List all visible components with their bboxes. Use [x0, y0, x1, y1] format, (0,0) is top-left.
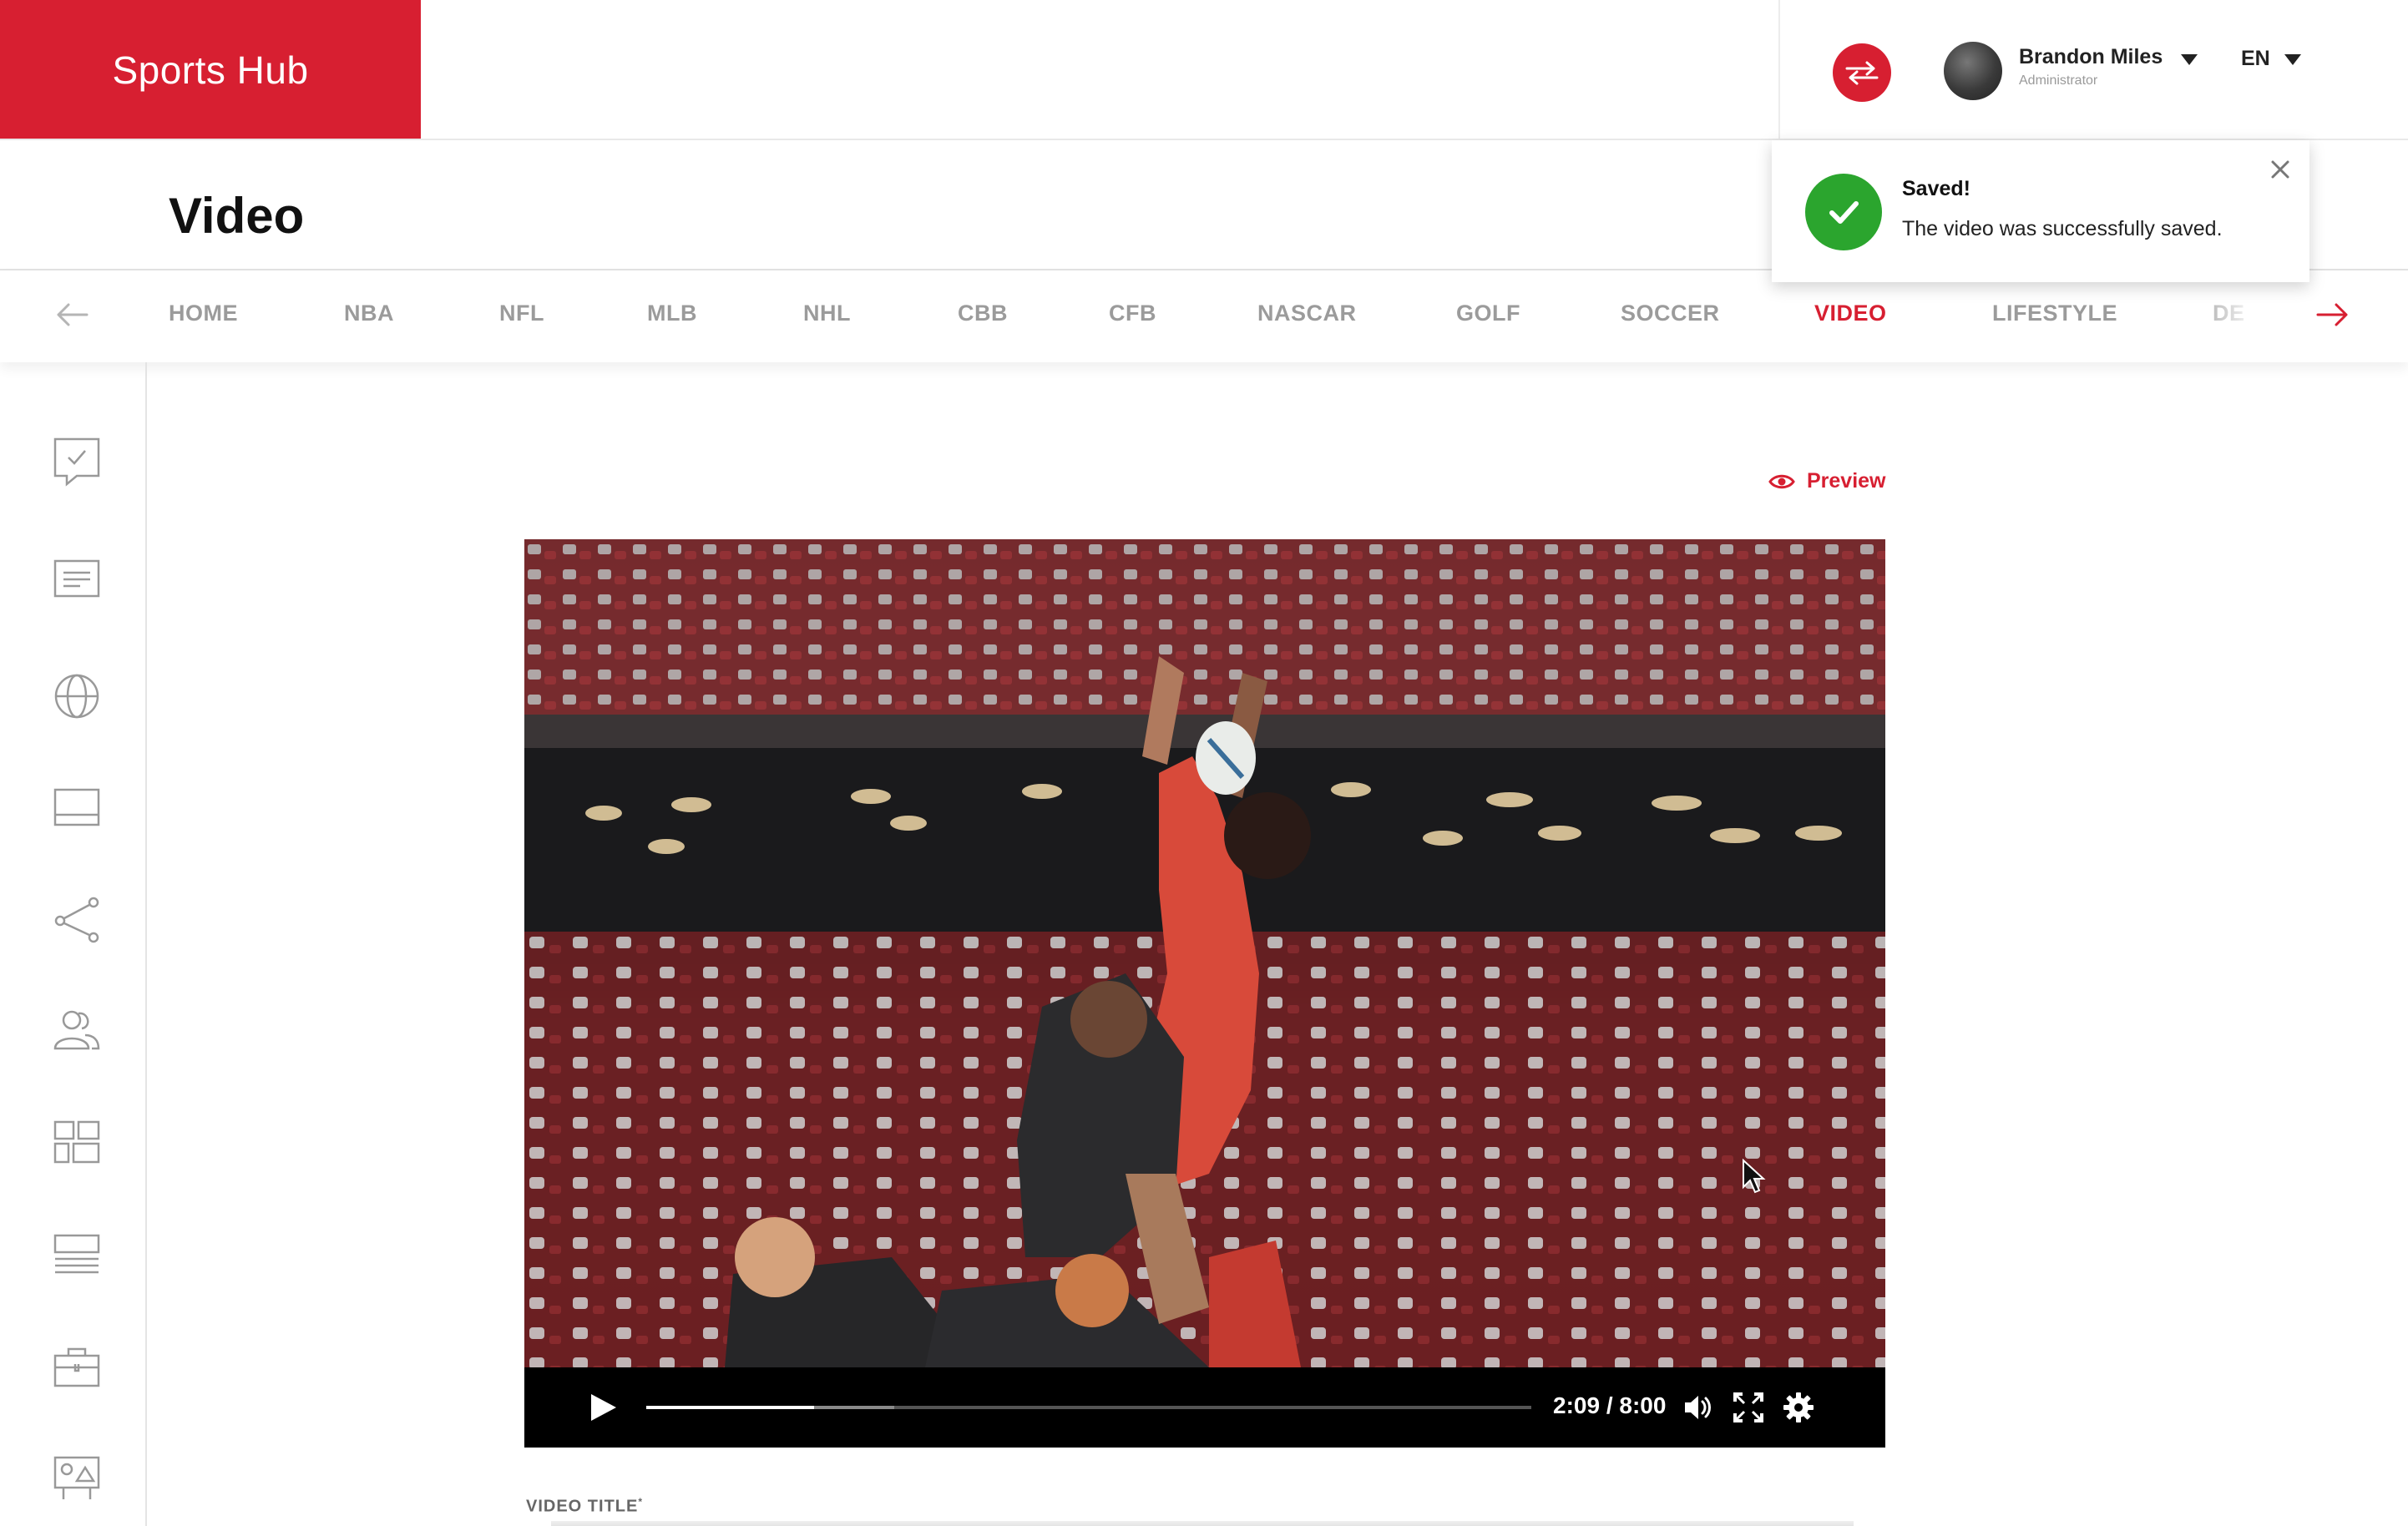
- nav-fade: [2188, 275, 2304, 359]
- volume-icon: [1685, 1396, 1711, 1419]
- nav-item-cbb[interactable]: CBB: [958, 301, 1008, 326]
- arrow-right-icon: [2316, 303, 2348, 326]
- sidebar-divider: [145, 362, 147, 1526]
- success-check-icon: [1805, 174, 1882, 250]
- nav-item-nascar[interactable]: NASCAR: [1257, 301, 1357, 326]
- nav-item-mlb[interactable]: MLB: [647, 301, 697, 326]
- eye-icon: [1768, 474, 1795, 488]
- video-title-input[interactable]: [551, 1521, 1854, 1526]
- switch-site-button[interactable]: [1833, 43, 1891, 102]
- nav-item-soccer[interactable]: SOCCER: [1621, 301, 1720, 326]
- toast-message: The video was successfully saved.: [1902, 217, 2223, 240]
- language-caret-icon[interactable]: [2284, 54, 2301, 65]
- progress-buffered: [814, 1406, 894, 1409]
- nav-item-nba[interactable]: NBA: [344, 301, 394, 326]
- time-display: 2:09 / 8:00: [1553, 1392, 1667, 1418]
- users-icon[interactable]: [52, 1008, 102, 1059]
- video-title-label: VIDEO TITLE*: [526, 1496, 643, 1517]
- document-lines-icon[interactable]: [52, 558, 102, 608]
- fullscreen-icon: [1733, 1392, 1763, 1422]
- nav-next-button[interactable]: [2314, 298, 2351, 336]
- nav-item-lifestyle[interactable]: LIFESTYLE: [1992, 301, 2117, 326]
- chat-check-icon[interactable]: [52, 436, 102, 487]
- nav-prev-button[interactable]: [53, 298, 90, 336]
- volume-button[interactable]: [1682, 1391, 1715, 1424]
- brand-logo[interactable]: Sports Hub: [0, 0, 421, 139]
- video-player[interactable]: 2:09 / 8:00: [524, 539, 1885, 1448]
- avatar[interactable]: [1944, 42, 2002, 100]
- mouse-cursor-icon: [1742, 1158, 1767, 1200]
- toast-title: Saved!: [1902, 177, 1970, 200]
- nav-item-cfb[interactable]: CFB: [1109, 301, 1156, 326]
- gear-icon: [1783, 1392, 1814, 1422]
- user-name[interactable]: Brandon Miles: [2019, 45, 2163, 69]
- video-title-label-text: VIDEO TITLE: [526, 1497, 639, 1516]
- panel-icon[interactable]: [52, 786, 102, 836]
- globe-icon[interactable]: [52, 671, 102, 721]
- header-divider: [1778, 0, 1780, 139]
- share-icon[interactable]: [52, 895, 102, 945]
- video-progress-bar[interactable]: [646, 1406, 1531, 1409]
- preview-link[interactable]: Preview: [1768, 469, 1886, 493]
- nav-item-nfl[interactable]: NFL: [499, 301, 544, 326]
- toast-close-button[interactable]: [2268, 157, 2293, 182]
- success-toast: Saved! The video was successfully saved.: [1772, 140, 2309, 282]
- settings-button[interactable]: [1782, 1391, 1815, 1424]
- close-icon: [2271, 160, 2289, 179]
- nav-item-home[interactable]: HOME: [169, 301, 238, 326]
- language-selector[interactable]: EN: [2241, 47, 2270, 71]
- video-controls: 2:09 / 8:00: [524, 1367, 1885, 1448]
- list-icon[interactable]: [52, 1232, 102, 1282]
- nav-item-video[interactable]: VIDEO: [1814, 301, 1887, 326]
- briefcase-icon[interactable]: [52, 1346, 102, 1396]
- nav-item-golf[interactable]: GOLF: [1456, 301, 1520, 326]
- nav-item-nhl[interactable]: NHL: [803, 301, 851, 326]
- preview-label: Preview: [1807, 469, 1886, 493]
- fullscreen-button[interactable]: [1732, 1391, 1765, 1424]
- play-icon: [591, 1394, 616, 1421]
- required-mark: *: [638, 1496, 644, 1508]
- user-menu-caret-icon[interactable]: [2181, 54, 2198, 65]
- play-button[interactable]: [588, 1392, 618, 1427]
- swap-arrows-icon: [1845, 61, 1879, 85]
- layout-icon[interactable]: [52, 1119, 102, 1169]
- image-board-icon[interactable]: [52, 1454, 102, 1504]
- user-role: Administrator: [2019, 73, 2098, 88]
- arrow-left-icon: [57, 303, 89, 326]
- progress-played: [646, 1406, 815, 1409]
- page-title: Video: [169, 188, 305, 244]
- video-frame-image[interactable]: [524, 539, 1885, 1367]
